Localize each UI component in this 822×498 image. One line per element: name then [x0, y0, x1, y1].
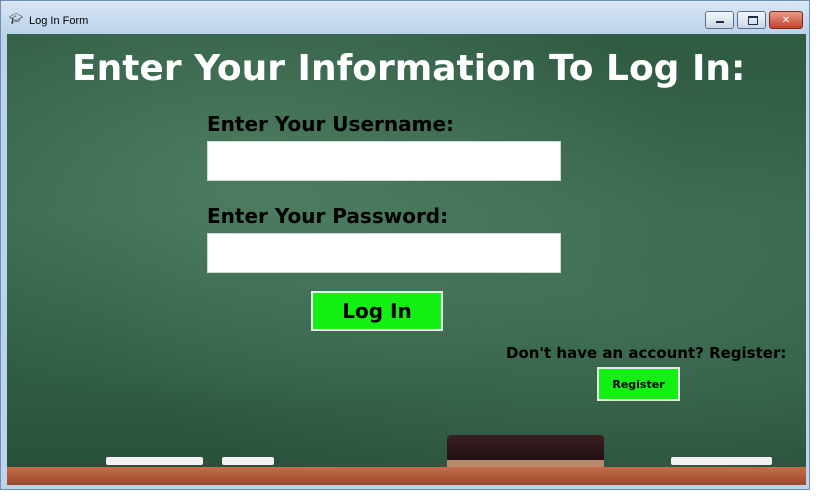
graduation-cap-icon: 🎓︎ — [9, 12, 23, 25]
password-label: Enter Your Password: — [207, 204, 449, 228]
chalk-stick — [222, 457, 274, 465]
register-prompt: Don't have an account? Register: — [506, 344, 787, 362]
password-field[interactable] — [207, 233, 561, 273]
page-title: Enter Your Information To Log In: — [72, 48, 746, 89]
register-button[interactable]: Register — [597, 367, 680, 401]
eraser-base — [447, 460, 604, 467]
chalk-stick — [671, 457, 772, 465]
title-bar[interactable]: 🎓︎ Log In Form ✕ — [1, 1, 809, 33]
chalk-stick — [106, 457, 203, 465]
chalkboard-area: Enter Your Information To Log In: Enter … — [7, 34, 806, 485]
username-field[interactable] — [207, 141, 561, 181]
login-window: 🎓︎ Log In Form ✕ Enter Your Information … — [0, 0, 810, 490]
username-label: Enter Your Username: — [207, 112, 455, 136]
minimize-button[interactable] — [705, 11, 734, 29]
window-title: Log In Form — [29, 15, 89, 27]
chalk-tray — [7, 467, 806, 485]
login-button[interactable]: Log In — [311, 291, 443, 331]
maximize-button[interactable] — [737, 11, 766, 29]
window-controls: ✕ — [702, 11, 803, 29]
close-button[interactable]: ✕ — [769, 11, 803, 29]
